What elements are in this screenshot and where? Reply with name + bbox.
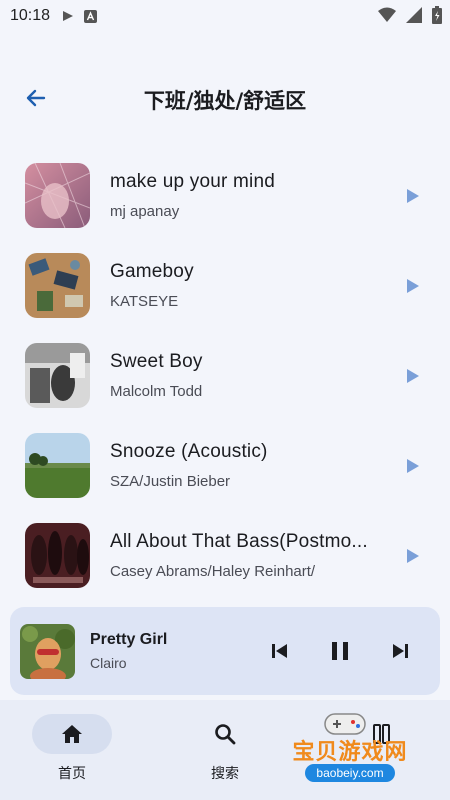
- album-cover: [25, 162, 90, 228]
- song-item[interactable]: Gameboy KATSEYE: [0, 240, 450, 330]
- status-time: 10:18: [10, 7, 51, 24]
- play-icon[interactable]: [406, 548, 420, 564]
- now-playing-title: Pretty Girl: [90, 631, 168, 648]
- song-artist: SZA/Justin Bieber: [110, 472, 231, 490]
- wifi-icon: [378, 7, 396, 27]
- back-button[interactable]: [20, 84, 52, 116]
- play-icon[interactable]: [406, 368, 420, 384]
- song-item[interactable]: Snooze (Acoustic) SZA/Justin Bieber: [0, 420, 450, 510]
- play-icon[interactable]: [406, 188, 420, 204]
- watermark-url: baobeiy.com: [305, 764, 395, 782]
- song-title: All About That Bass(Postmo...: [110, 530, 368, 552]
- song-item[interactable]: make up your mind mj apanay: [0, 150, 450, 240]
- play-icon[interactable]: [406, 278, 420, 294]
- page-title: 下班/独处/舒适区: [143, 89, 307, 113]
- battery-icon: [432, 6, 442, 28]
- arrow-left-icon: [24, 86, 48, 115]
- nav-label-home: 首页: [58, 766, 86, 782]
- signal-icon: [406, 7, 422, 27]
- pause-icon[interactable]: [328, 639, 352, 663]
- song-title: make up your mind: [110, 170, 275, 192]
- album-cover: [25, 522, 90, 588]
- play-notification-icon: [62, 10, 74, 22]
- status-right: [378, 6, 442, 28]
- song-item[interactable]: All About That Bass(Postmo... Casey Abra…: [0, 510, 450, 600]
- skip-next-icon[interactable]: [388, 639, 412, 663]
- nav-item-home[interactable]: 首页: [0, 700, 150, 800]
- app-notification-icon: [84, 9, 98, 23]
- now-playing-cover: [20, 623, 75, 679]
- album-cover: [25, 342, 90, 408]
- song-artist: mj apanay: [110, 202, 180, 220]
- song-artist: Casey Abrams/Haley Reinhart/: [110, 562, 316, 580]
- home-icon: [60, 722, 84, 746]
- watermark-text: 宝贝游戏网: [292, 740, 408, 765]
- album-cover: [25, 432, 90, 498]
- status-bar: 10:18: [0, 0, 450, 32]
- song-item[interactable]: Sweet Boy Malcolm Todd: [0, 330, 450, 420]
- now-playing-artist: Clairo: [90, 655, 127, 671]
- play-icon[interactable]: [406, 458, 420, 474]
- song-list: make up your mind mj apanay Gameboy KATS…: [0, 150, 450, 600]
- search-icon: [213, 722, 237, 746]
- song-title: Sweet Boy: [110, 350, 203, 372]
- skip-previous-icon[interactable]: [268, 639, 292, 663]
- song-artist: KATSEYE: [110, 292, 179, 310]
- album-cover: [25, 252, 90, 318]
- song-title: Gameboy: [110, 260, 194, 282]
- song-title: Snooze (Acoustic): [110, 440, 268, 462]
- mini-player[interactable]: Pretty Girl Clairo: [10, 607, 440, 695]
- header: 下班/独处/舒适区: [0, 70, 450, 130]
- song-artist: Malcolm Todd: [110, 382, 203, 400]
- watermark: 宝贝游戏网 baobeiy.com: [275, 708, 425, 792]
